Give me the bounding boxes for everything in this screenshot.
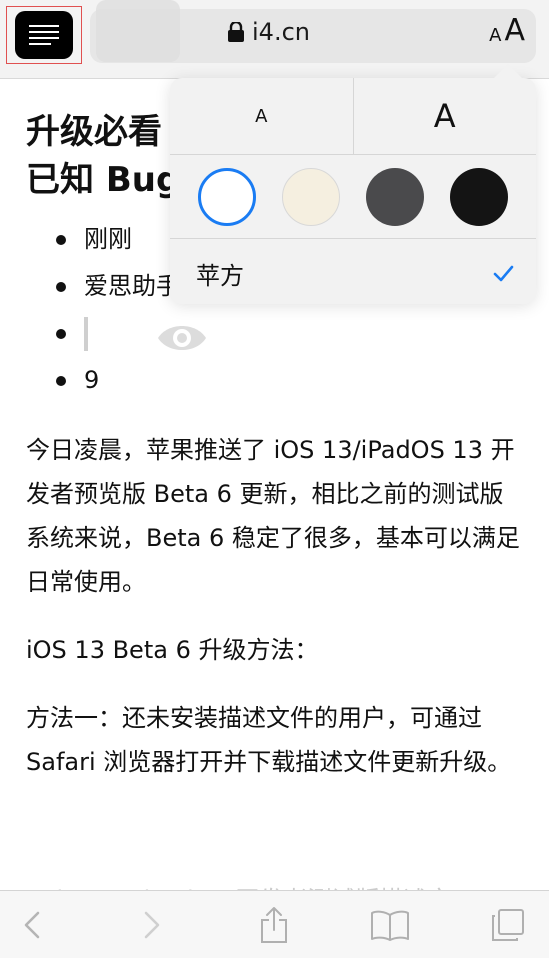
url-text: i4.cn [252, 18, 310, 46]
meta-item-blank [26, 310, 526, 357]
font-size-row: A A [170, 78, 536, 155]
screen: 升级必看 已知 Bug 刚刚 爱思助手 9 今日凌晨，苹果推送了 iOS 13/… [0, 0, 549, 958]
increase-font-label: A [433, 97, 456, 135]
meta-author-text: 爱思助手 [84, 272, 180, 300]
eye-icon [158, 326, 206, 350]
bookmarks-button[interactable] [370, 905, 410, 945]
decrease-font-label: A [255, 105, 268, 127]
url-display[interactable]: i4.cn [228, 18, 310, 46]
meta-time-text: 刚刚 [84, 225, 132, 253]
popover-arrow [494, 64, 522, 78]
meta-views-text: 9 [84, 366, 100, 394]
reader-lines-icon [29, 25, 59, 45]
tabs-button[interactable] [488, 905, 528, 945]
reader-settings-popover: A A 苹方 [170, 64, 536, 304]
forward-button[interactable] [132, 905, 172, 945]
back-button[interactable] [12, 905, 52, 945]
meta-divider [84, 317, 88, 351]
text-size-button[interactable]: A A [489, 13, 525, 48]
browser-bottom-toolbar [0, 890, 549, 958]
checkmark-icon [493, 265, 514, 282]
lock-icon [228, 22, 244, 42]
share-button[interactable] [254, 905, 294, 945]
text-size-small-glyph: A [489, 25, 502, 46]
text-size-large-glyph: A [504, 13, 525, 48]
increase-font-button[interactable]: A [354, 78, 537, 154]
reader-view-icon-bg [15, 11, 73, 59]
reader-view-button[interactable] [6, 6, 82, 64]
theme-black-swatch[interactable] [450, 168, 508, 226]
chevron-right-icon [144, 911, 160, 939]
decrease-font-button[interactable]: A [170, 78, 354, 154]
share-icon [261, 907, 287, 943]
book-icon [371, 910, 409, 941]
font-option-pingfang[interactable]: 苹方 [170, 240, 536, 304]
article-paragraph-2: iOS 13 Beta 6 升级方法： [26, 636, 319, 664]
tabs-icon [492, 909, 524, 941]
article-paragraph-3: 方法一：还未安装描述文件的用户，可通过 Safari 浏览器打开并下载描述文件更… [26, 704, 512, 776]
theme-sepia-swatch[interactable] [282, 168, 340, 226]
theme-white-swatch[interactable] [198, 168, 256, 226]
theme-gray-swatch[interactable] [366, 168, 424, 226]
article-paragraph-1: 今日凌晨，苹果推送了 iOS 13/iPadOS 13 开发者预览版 Beta … [26, 436, 520, 596]
theme-row [170, 154, 536, 239]
tab-thumbnail-ghost [96, 0, 180, 62]
font-option-label: 苹方 [196, 262, 244, 290]
chevron-left-icon [24, 911, 40, 939]
browser-top-bar: i4.cn A A [0, 0, 549, 79]
meta-item-views: 9 [26, 357, 526, 404]
